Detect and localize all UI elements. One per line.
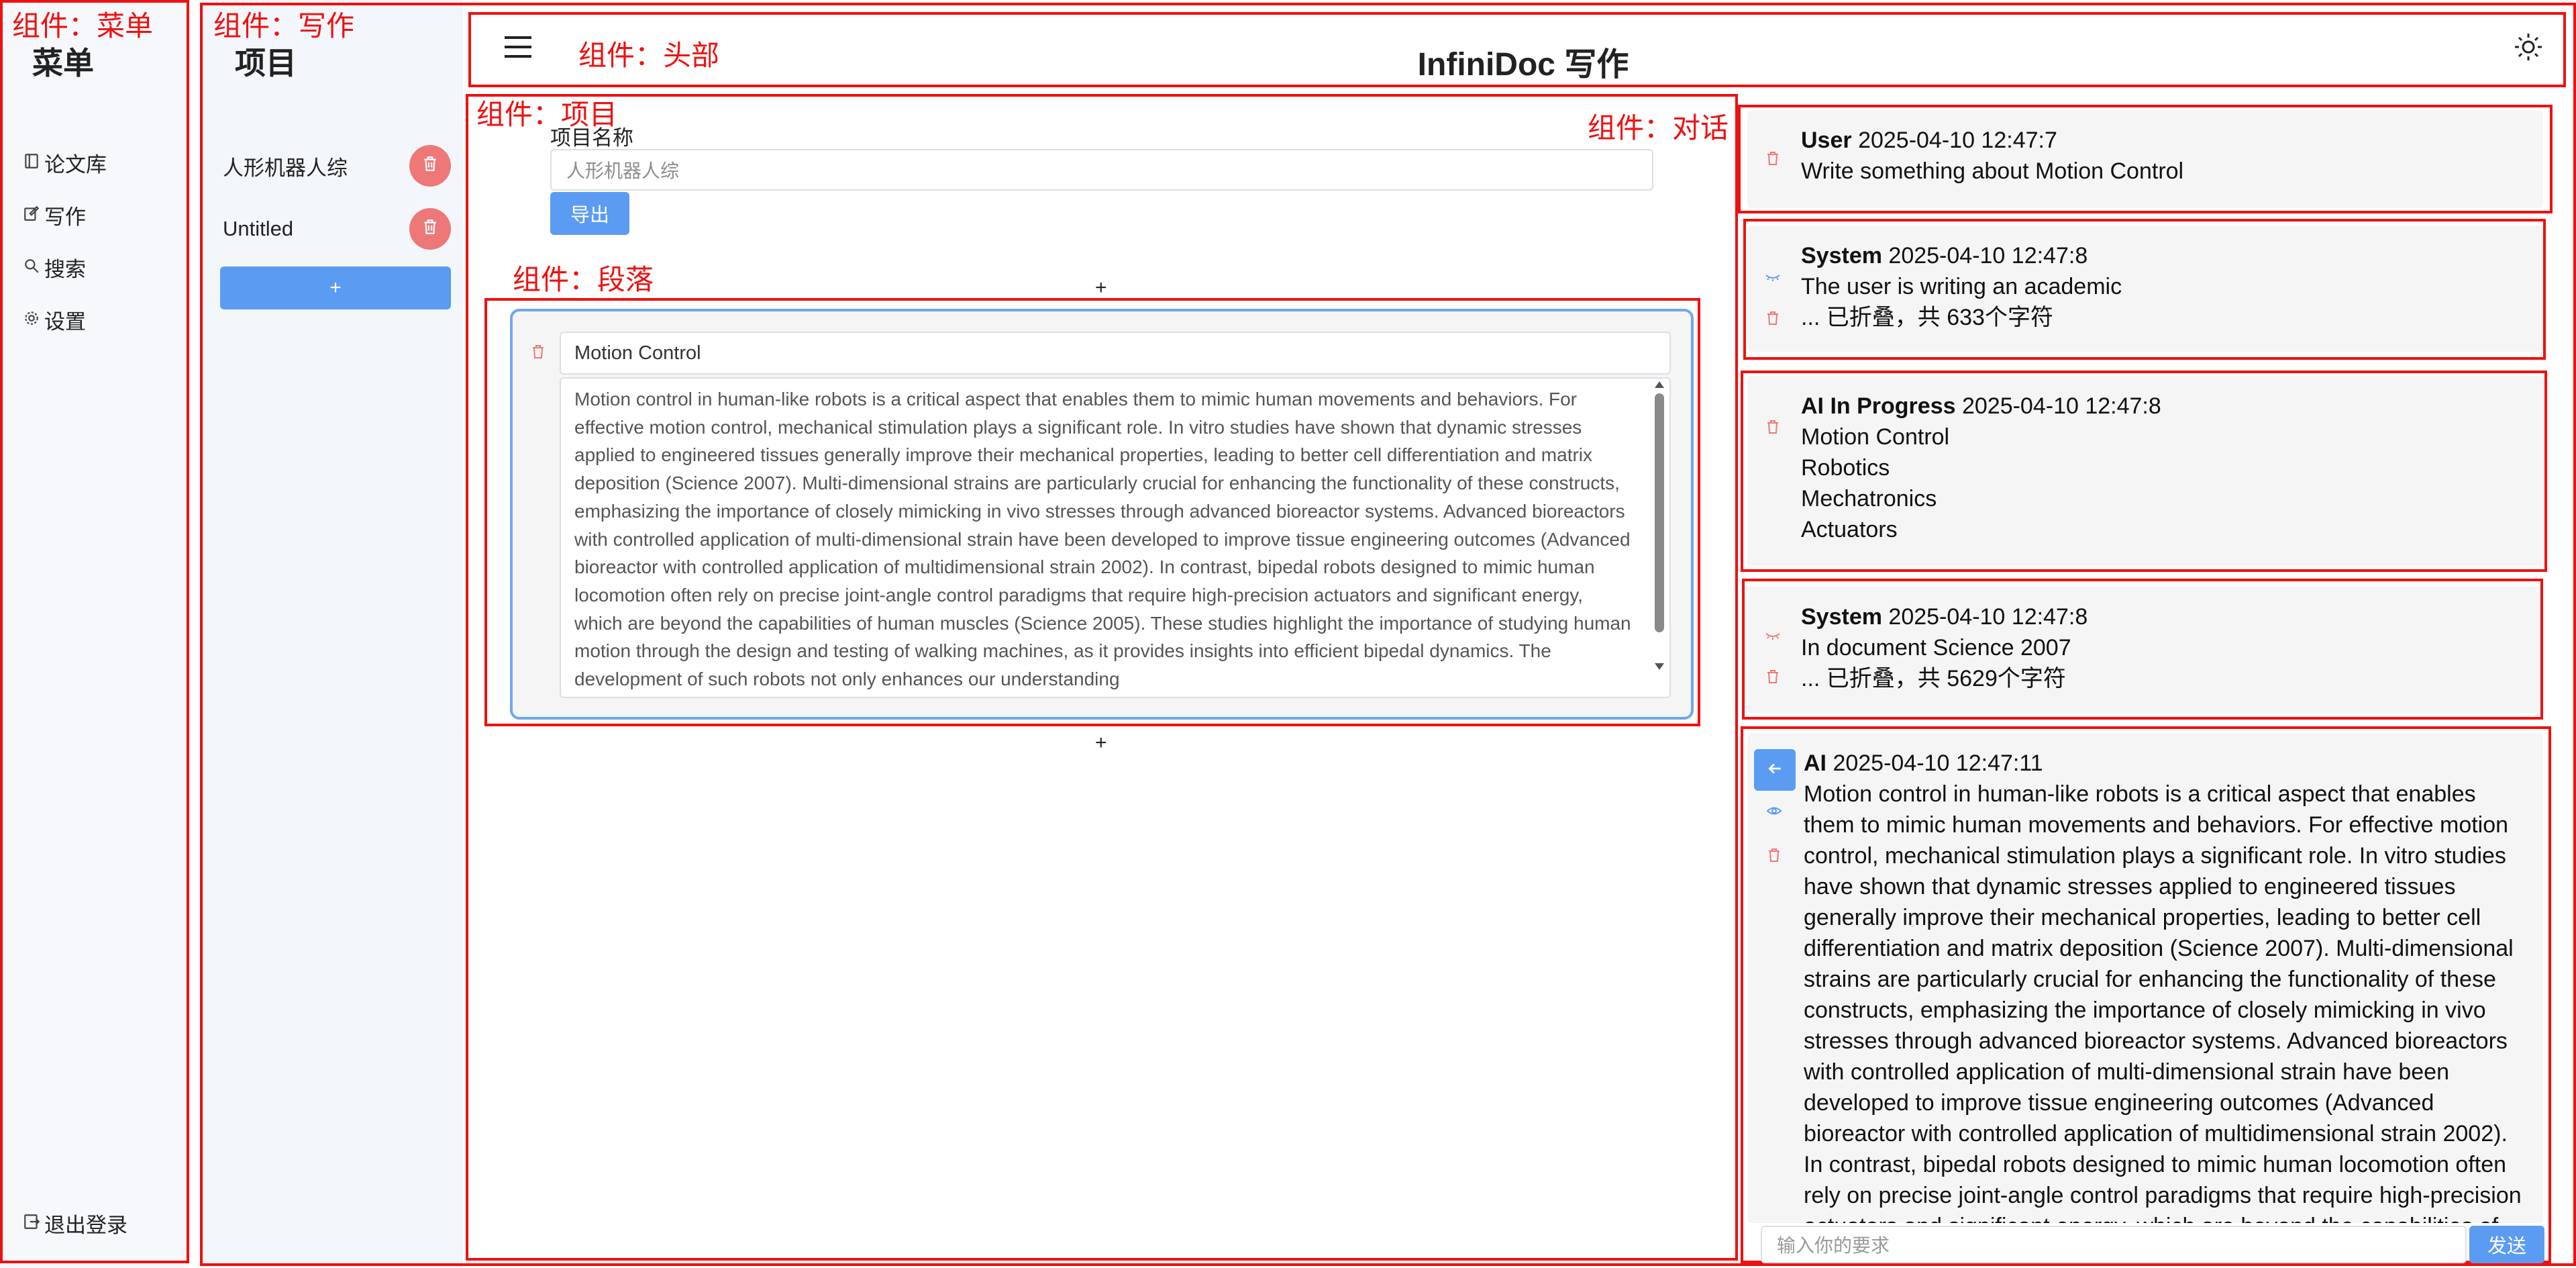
menu-item-library[interactable]: 论文库 <box>23 148 107 178</box>
export-button[interactable]: 导出 <box>550 192 629 235</box>
scroll-up-icon[interactable] <box>1653 379 1665 391</box>
menu-annotation-label: 组件：菜单 <box>12 10 154 42</box>
conversation-annotation-box <box>1738 105 2553 213</box>
add-paragraph-above-button[interactable]: + <box>1095 277 1107 299</box>
conversation-annotation-box <box>1743 219 2546 360</box>
menu-title: 菜单 <box>32 46 94 81</box>
paragraph-textarea[interactable]: Motion control in human-like robots is a… <box>560 377 1671 698</box>
menu-item-writing[interactable]: 写作 <box>23 200 86 230</box>
menu-item-label: 写作 <box>44 205 86 229</box>
writing-annotation-label: 组件：写作 <box>213 10 355 42</box>
conversation-annotation-box <box>1741 726 2551 1263</box>
send-button[interactable]: 发送 <box>2469 1226 2544 1263</box>
project-name-input[interactable]: 人形机器人综 <box>550 149 1653 191</box>
project-item[interactable]: 人形机器人综 <box>223 142 451 189</box>
project-name: 人形机器人综 <box>223 156 348 180</box>
project-name-label: 项目名称 <box>550 126 633 150</box>
add-paragraph-below-button[interactable]: + <box>1095 732 1107 754</box>
delete-project-button[interactable] <box>409 145 451 187</box>
trash-icon <box>421 217 439 241</box>
hamburger-icon[interactable] <box>505 35 531 59</box>
chat-input[interactable]: 输入你的要求 <box>1761 1226 2467 1263</box>
logout-icon <box>23 1212 40 1236</box>
menu-item-label: 设置 <box>44 310 86 334</box>
sun-icon[interactable] <box>2514 32 2543 62</box>
menu-item-settings[interactable]: 设置 <box>23 305 86 335</box>
conversation-annotation-box <box>1741 371 2547 572</box>
menu-item-label: 搜索 <box>44 258 86 281</box>
scroll-down-icon[interactable] <box>1653 661 1665 673</box>
textarea-scrollbar[interactable] <box>1655 393 1664 632</box>
search-icon <box>23 256 40 280</box>
delete-project-button[interactable] <box>409 208 451 250</box>
book-icon <box>23 151 40 175</box>
app-title: InfiniDoc 写作 <box>1417 47 1629 83</box>
gear-icon <box>23 308 40 332</box>
paragraph-title-input[interactable]: Motion Control <box>560 332 1671 375</box>
menu-item-search[interactable]: 搜索 <box>23 252 86 283</box>
header-annotation-label: 组件：头部 <box>578 40 720 71</box>
conversation-annotation-box <box>1742 579 2543 720</box>
trash-icon <box>421 154 439 178</box>
menu-annotation-box <box>0 0 189 1263</box>
edit-icon <box>23 203 40 228</box>
projects-title: 项目 <box>235 46 297 81</box>
trash-icon[interactable] <box>530 344 546 363</box>
add-project-button[interactable]: + <box>220 266 451 309</box>
project-name: Untitled <box>223 217 294 240</box>
paragraph-annotation-label: 组件：段落 <box>513 264 654 295</box>
project-item[interactable]: Untitled <box>223 205 451 252</box>
conversation-annotation-label: 组件：对话 <box>1588 112 1729 144</box>
menu-item-label: 论文库 <box>44 153 107 177</box>
logout-button[interactable]: 退出登录 <box>23 1208 127 1238</box>
logout-label: 退出登录 <box>44 1214 127 1237</box>
